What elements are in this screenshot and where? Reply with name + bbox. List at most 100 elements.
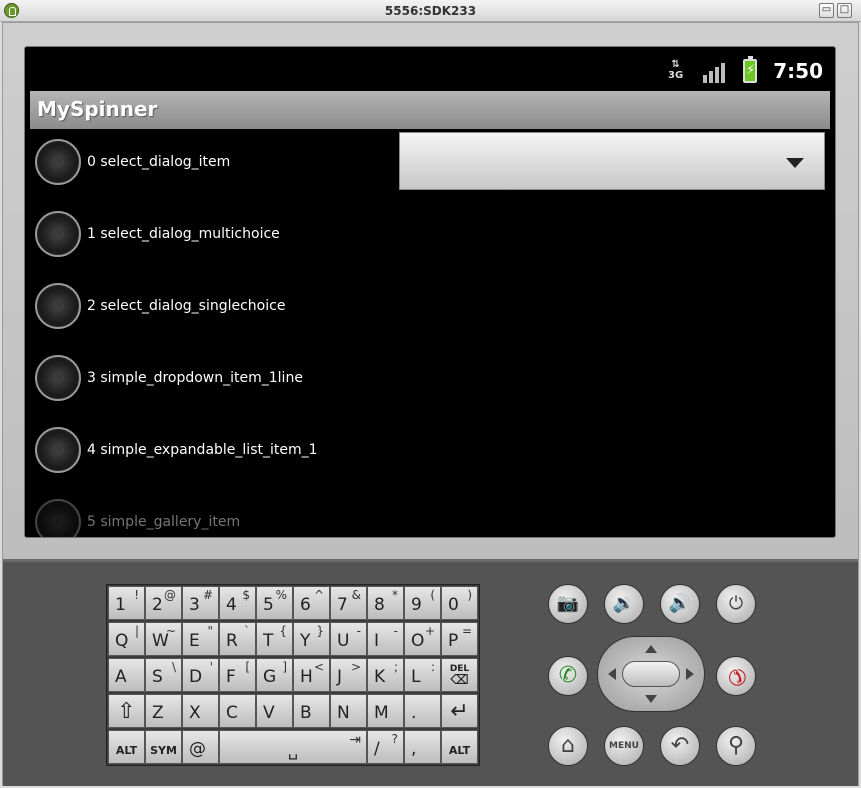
key-u[interactable]: U- [330,622,367,656]
key-7[interactable]: 7 & [330,586,367,620]
minimize-button[interactable]: ▭ [819,3,834,18]
key-5[interactable]: 5% [256,586,293,620]
key-g[interactable]: G] [256,658,293,692]
key-r[interactable]: R ` [219,622,256,656]
window-titlebar: 5556:SDK233 ▭ □ [0,0,861,22]
home-button[interactable]: ⌂ [548,726,588,766]
key-f[interactable]: F[ [219,658,256,692]
key-c[interactable]: C [219,694,256,728]
camera-button[interactable]: 📷 [548,584,588,624]
radio-button-icon[interactable] [35,499,81,537]
radio-option[interactable]: 4 simple_expandable_list_item_1 [35,417,405,489]
radio-option[interactable]: 0 select_dialog_item [35,129,405,201]
enter-icon: ↵ [450,699,469,724]
network-3g-icon: ⇅ 3G [668,59,684,81]
spinner-dropdown[interactable] [399,132,825,190]
volume-down-icon: 🔉 [612,593,636,614]
key-6[interactable]: 6 ^ [293,586,330,620]
status-clock: 7:50 [773,59,823,83]
call-button[interactable]: ✆ [548,656,588,696]
radio-option-label: 5 simple_gallery_item [87,514,241,530]
volume-up-icon: 🔊 [668,593,692,614]
radio-option[interactable]: 1 select_dialog_multichoice [35,201,405,273]
radio-option-label: 1 select_dialog_multichoice [87,226,280,242]
radio-button-icon[interactable] [35,355,81,401]
key-i[interactable]: I- [367,622,404,656]
signal-strength-icon [703,61,729,83]
tab-icon: ⇥ [349,732,361,748]
key-4[interactable]: 4 $ [219,586,256,620]
key-sym[interactable]: SYM [145,730,182,764]
key-1[interactable]: 1! [108,586,145,620]
maximize-button[interactable]: □ [837,3,852,18]
key-s[interactable]: S \ [145,658,182,692]
dpad-up-icon[interactable] [645,645,657,653]
key-x[interactable]: X [182,694,219,728]
phone-call-icon: ✆ [558,663,578,688]
key-period[interactable]: . [404,694,441,728]
key-8[interactable]: 8 * [367,586,404,620]
key-space[interactable]: ␣ ⇥ [219,730,367,764]
radio-option-label: 3 simple_dropdown_item_1line [87,370,303,386]
key-at[interactable]: @ [182,730,219,764]
radio-button-icon[interactable] [35,139,81,185]
menu-button[interactable]: MENU [604,726,644,766]
key-m[interactable]: M [367,694,404,728]
search-button[interactable]: ⚲ [716,726,756,766]
dropdown-arrow-icon [786,158,804,168]
volume-down-button[interactable]: 🔉 [604,584,644,624]
key-h[interactable]: H < [293,658,330,692]
shift-icon: ⇧ [117,699,136,724]
key-t[interactable]: T{ [256,622,293,656]
device-screen: ⇅ 3G ⚡ 7:50 MySpinner 0 select_dialog_ite… [24,46,836,538]
key-p[interactable]: P = [441,622,478,656]
radio-button-icon[interactable] [35,283,81,329]
app-title-bar: MySpinner [30,91,830,129]
key-j[interactable]: J > [330,658,367,692]
key-e[interactable]: E " [182,622,219,656]
key-l[interactable]: L: [404,658,441,692]
radio-option[interactable]: 3 simple_dropdown_item_1line [35,345,405,417]
radio-option[interactable]: 5 simple_gallery_item [35,489,405,537]
dpad-center-button[interactable] [622,661,680,687]
key-enter[interactable]: ↵ [441,694,478,728]
power-icon: ⏻ [728,593,744,614]
key-d[interactable]: D ' [182,658,219,692]
key-alt-left[interactable]: ALT [108,730,145,764]
power-button[interactable]: ⏻ [716,584,756,624]
radio-option[interactable]: 2 select_dialog_singlechoice [35,273,405,345]
dpad-right-icon[interactable] [686,668,694,680]
key-k[interactable]: K; [367,658,404,692]
key-n[interactable]: N [330,694,367,728]
dpad[interactable] [597,636,705,712]
back-button[interactable]: ↶ [660,726,700,766]
key-0[interactable]: 0) [441,586,478,620]
key-2[interactable]: 2 @ [145,586,182,620]
key-o[interactable]: O + [404,622,441,656]
key-comma[interactable]: , [404,730,441,764]
key-v[interactable]: V [256,694,293,728]
key-shift[interactable]: ⇧ [108,694,145,728]
end-call-button[interactable]: ✆ [716,656,756,696]
radio-button-icon[interactable] [35,427,81,473]
key-a[interactable]: A [108,658,145,692]
battery-charging-icon: ⚡ [743,56,757,83]
radio-option-label: 4 simple_expandable_list_item_1 [87,442,318,458]
radio-option-label: 0 select_dialog_item [87,154,231,170]
camera-icon: 📷 [556,593,580,614]
key-w[interactable]: W ~ [145,622,182,656]
radio-button-icon[interactable] [35,211,81,257]
key-3[interactable]: 3 # [182,586,219,620]
key-alt-right[interactable]: ALT [441,730,478,764]
key-q[interactable]: Q | [108,622,145,656]
status-bar: ⇅ 3G ⚡ 7:50 [25,47,835,91]
key-b[interactable]: B [293,694,330,728]
volume-up-button[interactable]: 🔊 [660,584,700,624]
key-z[interactable]: Z [145,694,182,728]
dpad-left-icon[interactable] [608,668,616,680]
key-9[interactable]: 9( [404,586,441,620]
dpad-down-icon[interactable] [645,695,657,703]
key-delete[interactable]: DEL ⌫ [441,658,478,692]
key-y[interactable]: Y} [293,622,330,656]
key-slash[interactable]: /? [367,730,404,764]
